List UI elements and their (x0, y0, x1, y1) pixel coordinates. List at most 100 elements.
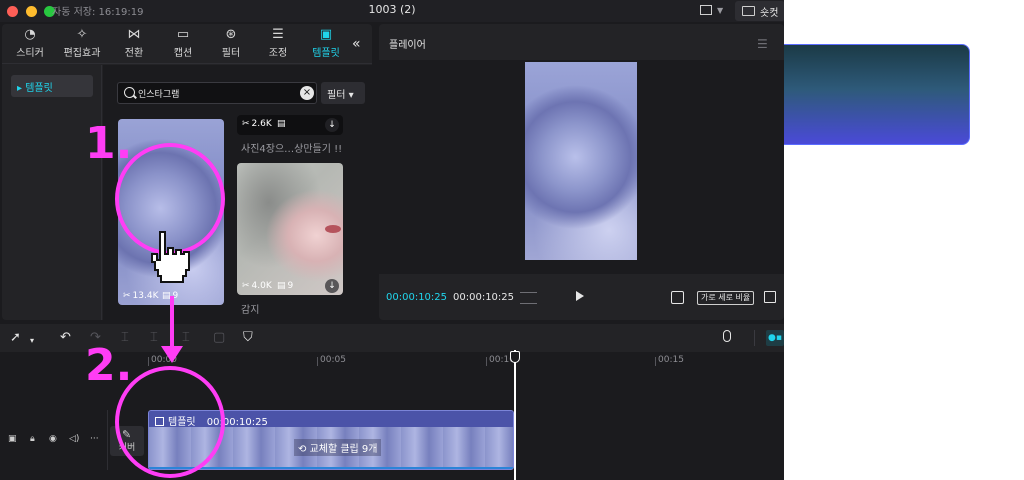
chevron-down-icon[interactable]: ▾ (30, 334, 34, 348)
filter-button[interactable]: 필터 ▾ (321, 82, 365, 104)
clear-search-button[interactable]: × (300, 86, 314, 100)
player-title: 플레이어 (389, 40, 426, 51)
ruler-tick: 00:15 (655, 355, 684, 366)
undo-icon[interactable]: ↶ (60, 331, 71, 345)
shortcut-label: 숏컷 (760, 8, 779, 19)
marker-icon[interactable]: ⛉ (243, 331, 253, 345)
tab-effects[interactable]: ✧ 편집효과 (58, 24, 106, 64)
background-window-card (770, 44, 970, 145)
tab-transition[interactable]: ⋈ 전환 (110, 24, 158, 64)
list-icon[interactable] (520, 292, 537, 304)
clip-audio-strip (149, 467, 513, 469)
sticker-icon: ◔ (24, 27, 36, 42)
collapse-panel-icon[interactable]: « (352, 36, 361, 52)
more-icon[interactable]: ··· (90, 434, 99, 444)
video-editor-window: 자동 저장: 16:19:19 1003 (2) ▼ 숏컷 ◔ 스티커 ✧ 편집… (0, 0, 784, 480)
template-icon: ▣ (319, 27, 333, 42)
tab-label: 템플릿 (312, 48, 340, 59)
search-icon (124, 87, 135, 98)
volume-icon[interactable]: ◁) (69, 434, 79, 444)
split-right-icon[interactable]: ⌶ (182, 331, 190, 345)
template-caption: 사진4장으…상만들기 !! (241, 144, 343, 155)
video-preview (525, 62, 637, 260)
close-window-button[interactable] (7, 6, 18, 17)
track-video-icon: ▣ (8, 434, 17, 444)
clip-count: ▤ 9 (277, 281, 294, 291)
portrait-lips (325, 225, 341, 233)
filter-icon: ⊛ (225, 27, 237, 42)
usage-count: ✂ 13.4K (123, 291, 159, 301)
tab-label: 전환 (124, 48, 144, 59)
template-caption: 감지 (241, 305, 260, 316)
eye-icon[interactable]: ◉ (49, 434, 57, 444)
playhead-handle[interactable] (510, 351, 520, 363)
category-tabs: ◔ 스티커 ✧ 편집효과 ⋈ 전환 ▭ 캡션 ⊛ 필터 ☰ 조정 ▣ 템플릿 « (2, 24, 372, 64)
aspect-ratio-button[interactable]: 가로 세로 비율 (697, 291, 755, 305)
tab-filter[interactable]: ⊛ 필터 (207, 24, 255, 64)
layout-icon[interactable] (700, 5, 712, 15)
player-screen (379, 60, 784, 274)
search-input[interactable]: 인스타그램 × (117, 82, 317, 104)
download-icon[interactable]: ↓ (325, 118, 339, 132)
lock-icon[interactable]: 🔒︎ (30, 434, 35, 444)
replace-icon: ⟲ (298, 444, 310, 455)
tab-adjust[interactable]: ☰ 조정 (254, 24, 302, 64)
sidebar-item-template[interactable]: ▸ 템플릿 (11, 75, 93, 97)
shortcut-button[interactable]: 숏컷 (735, 1, 784, 21)
tab-label: 스티커 (16, 48, 44, 59)
film-icon: ▤ (277, 281, 286, 291)
annotation-arrow-head (161, 346, 183, 363)
current-time: 00:00:10:25 (386, 292, 448, 303)
annotation-step-1: 1. (85, 118, 133, 169)
minimize-window-button[interactable] (26, 6, 37, 17)
tab-label: 캡션 (173, 48, 193, 59)
pointer-hand-icon (151, 231, 190, 283)
timeline-ruler[interactable]: 00:00 00:05 00:10 00:15 (148, 352, 784, 368)
download-icon[interactable]: ↓ (325, 279, 339, 293)
scissors-icon: ✂ (242, 281, 250, 291)
player-panel: 플레이어 ☰ 00:00:10:25 00:00:10:25 가로 세로 비율 (379, 24, 784, 320)
delete-icon[interactable]: ▢ (213, 331, 225, 345)
effects-icon: ✧ (76, 27, 88, 42)
adjust-icon: ☰ (272, 27, 284, 42)
toolbar-divider (754, 330, 755, 346)
snap-toggle-button[interactable]: ●▪ (766, 330, 784, 346)
tab-label: 조정 (268, 48, 288, 59)
track-header: ▣ 🔒︎ ◉ ◁) ··· (0, 410, 108, 470)
menu-icon[interactable]: ☰ (757, 37, 768, 51)
tab-template[interactable]: ▣ 템플릿 (302, 24, 350, 64)
caption-icon: ▭ (176, 27, 190, 42)
template-sidenav: ▸ 템플릿 (2, 65, 102, 320)
annotation-arrow (170, 296, 174, 348)
usage-count: ✂ 2.6K (242, 119, 272, 129)
autosave-status: 자동 저장: 16:19:19 (52, 7, 144, 18)
ruler-tick: 00:05 (317, 355, 346, 366)
playhead[interactable] (514, 350, 516, 480)
chevron-down-icon[interactable]: ▼ (717, 6, 723, 15)
tab-sticker[interactable]: ◔ 스티커 (6, 24, 54, 64)
film-icon: ▤ (277, 119, 286, 129)
tab-caption[interactable]: ▭ 캡션 (159, 24, 207, 64)
keyboard-icon (742, 6, 755, 16)
filter-label: 필터 (327, 90, 346, 101)
annotation-step-2: 2. (85, 340, 133, 391)
search-value: 인스타그램 (138, 90, 180, 100)
scissors-icon: ✂ (123, 291, 131, 301)
usage-count: ✂ 4.0K (242, 281, 272, 291)
transition-icon: ⋈ (127, 27, 141, 42)
tab-label: 편집효과 (63, 48, 101, 59)
template-card-portrait[interactable]: ✂ 4.0K ▤ 9 ↓ (237, 163, 343, 295)
replace-clips-label[interactable]: ⟲ 교체할 클립 9개 (294, 439, 382, 456)
fullscreen-icon[interactable] (764, 291, 776, 303)
total-time: 00:00:10:25 (453, 292, 515, 303)
select-tool-icon[interactable]: ➚ (10, 331, 21, 345)
scissors-icon: ✂ (242, 119, 250, 129)
split-left-icon[interactable]: ⌶ (150, 331, 158, 345)
title-bar: 자동 저장: 16:19:19 1003 (2) ▼ 숏컷 (0, 0, 784, 22)
tab-label: 필터 (221, 48, 241, 59)
template-card-photo4[interactable]: ✂ 2.6K ▤ ↓ (237, 115, 343, 135)
microphone-icon[interactable] (723, 330, 731, 342)
annotation-circle-clip (115, 366, 225, 478)
play-button[interactable] (576, 291, 584, 301)
fit-screen-icon[interactable] (671, 291, 684, 304)
